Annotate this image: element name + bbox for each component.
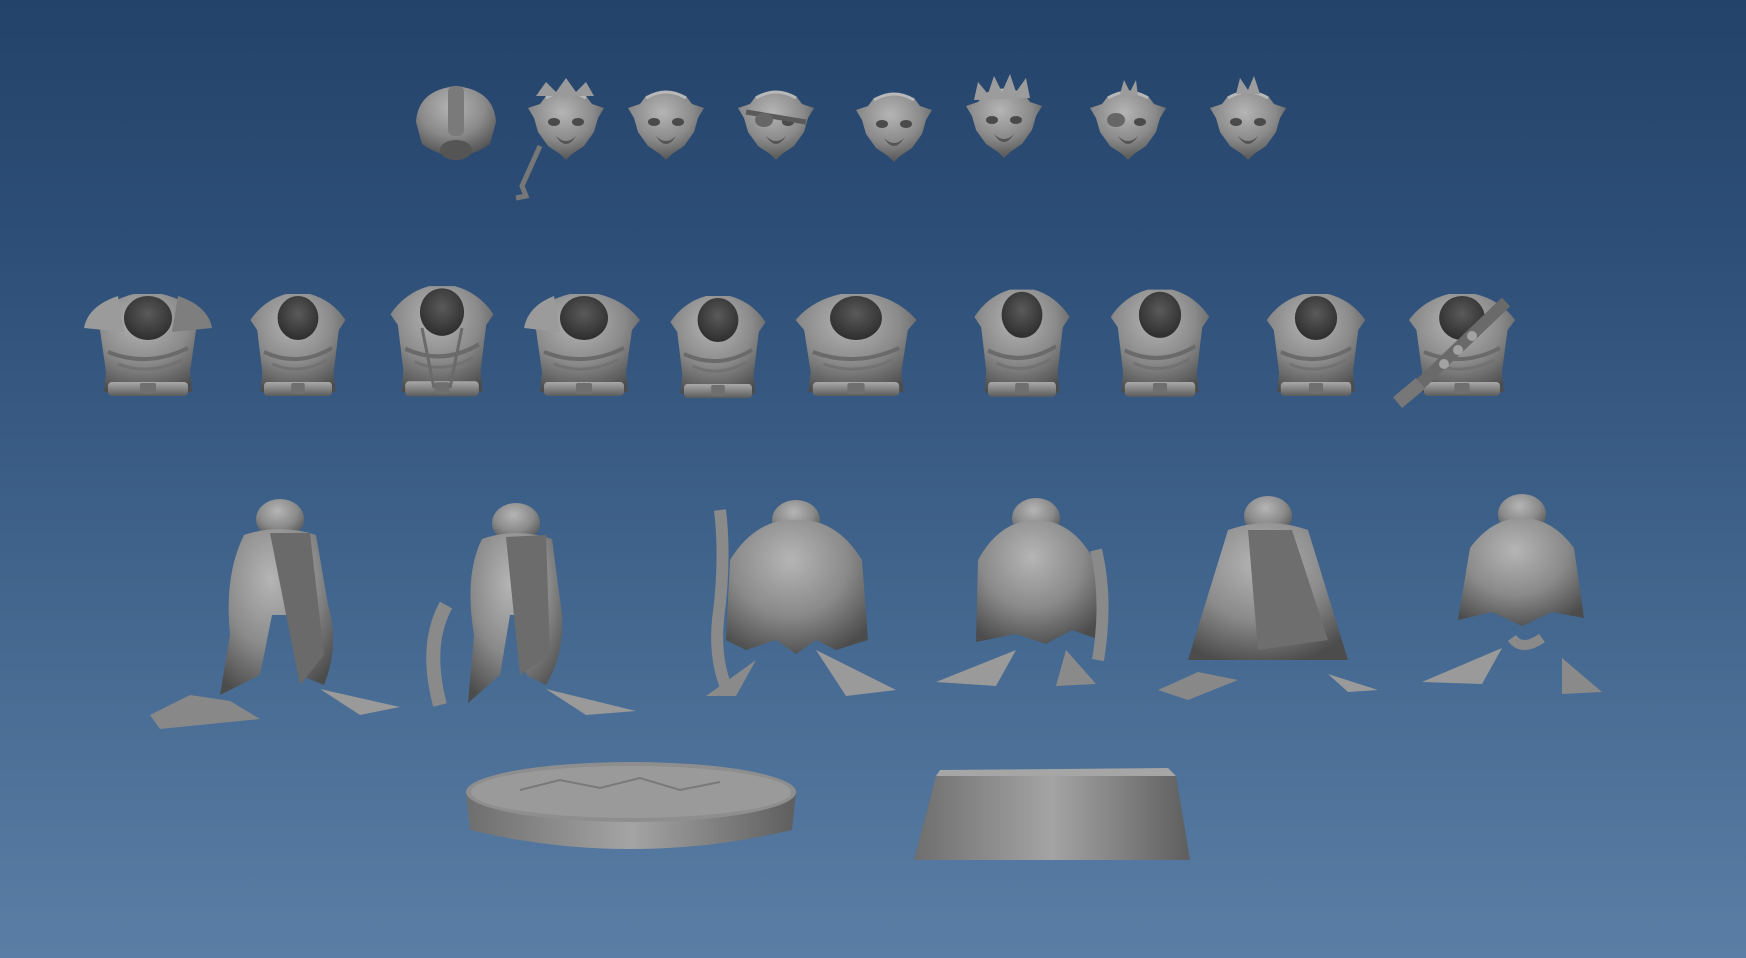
torso-7 (974, 290, 1069, 397)
square-base (914, 768, 1190, 860)
legs-3 (706, 500, 896, 696)
heads-row (416, 74, 1288, 201)
legs-6 (1422, 494, 1602, 694)
head-4-eyepatch (736, 90, 816, 162)
head-7-eyepatch-crest (1088, 80, 1168, 162)
legs-1 (150, 499, 400, 729)
torso-1-cowl (84, 292, 212, 398)
miniature-parts-render (84, 74, 1602, 860)
torso-4-cowl (524, 292, 642, 398)
head-3 (626, 90, 706, 162)
torso-2-bare (248, 292, 348, 398)
legs-2 (426, 503, 636, 715)
torsos-row (84, 286, 1518, 409)
head-5 (854, 92, 934, 164)
torso-3-coat (390, 286, 493, 396)
bases-row (466, 762, 1190, 860)
round-base (466, 762, 796, 849)
torso-5 (668, 294, 768, 400)
torso-6-cowl (796, 294, 917, 396)
head-1-helmet (416, 86, 496, 160)
torso-10-bandolier (1393, 292, 1518, 409)
head-8-crest (1208, 76, 1288, 162)
legs-4 (936, 498, 1109, 686)
torso-8 (1111, 290, 1210, 397)
legs-5 (1158, 496, 1378, 700)
torso-9 (1264, 292, 1368, 398)
legs-row (150, 494, 1602, 729)
head-2-bandana (515, 78, 606, 201)
head-6-spiky (964, 74, 1044, 160)
